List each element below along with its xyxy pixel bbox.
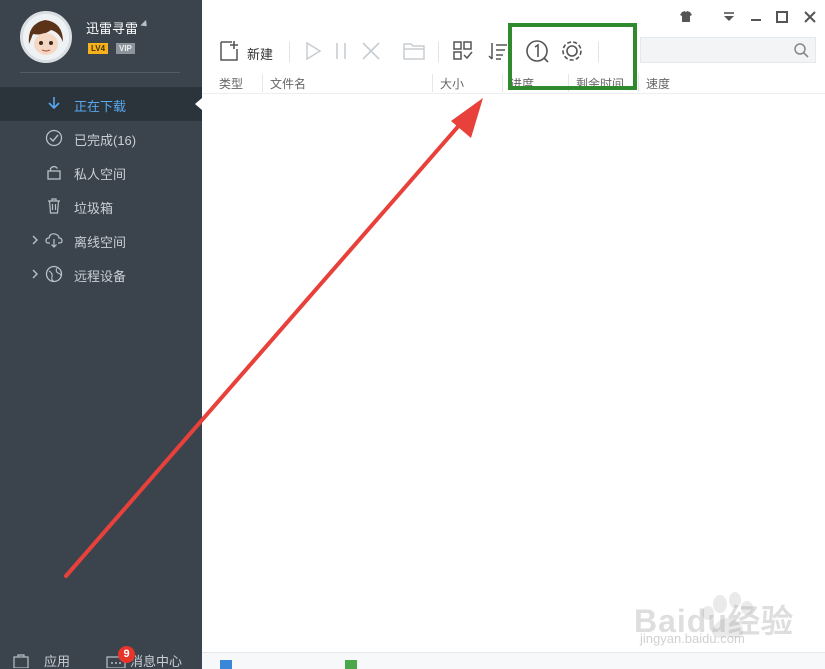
check-circle-icon xyxy=(45,129,63,147)
user-name[interactable]: 迅雷寻雷 xyxy=(86,18,138,37)
lock-icon xyxy=(47,165,61,180)
column-type[interactable]: 类型 xyxy=(219,75,243,92)
close-icon[interactable] xyxy=(802,9,818,25)
column-size[interactable]: 大小 xyxy=(440,75,464,92)
new-task-icon[interactable] xyxy=(217,39,241,63)
sidebar-item-label: 垃圾箱 xyxy=(74,201,114,216)
user-menu-caret-icon[interactable] xyxy=(140,19,150,30)
apps-icon xyxy=(13,653,29,668)
sidebar-item-label: 远程设备 xyxy=(74,269,127,284)
sidebar-item-label: 正在下载 xyxy=(74,99,127,114)
menu-dropdown-icon[interactable] xyxy=(721,9,737,25)
search-icon[interactable] xyxy=(793,42,809,58)
sidebar-item-offline-space[interactable]: 离线空间 xyxy=(0,223,202,257)
level-badge: LV4 xyxy=(88,43,109,54)
message-center-label: 消息中心 xyxy=(130,654,183,669)
active-pointer xyxy=(195,98,202,110)
apps-label: 应用 xyxy=(44,654,71,669)
maximize-icon[interactable] xyxy=(774,9,790,25)
search-input[interactable] xyxy=(640,37,816,63)
view-grid-icon[interactable] xyxy=(452,40,474,62)
sidebar-nav: 正在下载 已完成(16) 私人空间 垃圾箱 离线空间 远程设备 xyxy=(0,87,202,291)
download-icon xyxy=(48,97,60,110)
status-icon-blue[interactable] xyxy=(220,660,232,669)
start-icon[interactable] xyxy=(302,40,324,62)
column-separator[interactable] xyxy=(638,74,639,92)
message-count-badge: 9 xyxy=(118,646,135,663)
open-folder-icon[interactable] xyxy=(402,40,426,62)
column-separator[interactable] xyxy=(502,74,503,92)
new-task-button[interactable]: 新建 xyxy=(247,44,273,63)
sidebar-item-label: 私人空间 xyxy=(74,167,127,182)
column-separator[interactable] xyxy=(432,74,433,92)
pause-icon[interactable] xyxy=(330,40,352,62)
column-speed[interactable]: 速度 xyxy=(646,75,670,92)
sidebar-item-downloading[interactable]: 正在下载 xyxy=(0,87,202,121)
sort-icon[interactable] xyxy=(487,40,509,62)
sidebar-item-remote-devices[interactable]: 远程设备 xyxy=(0,257,202,291)
sidebar-item-private-space[interactable]: 私人空间 xyxy=(0,155,202,189)
skin-shirt-icon[interactable] xyxy=(678,9,694,25)
vip-badge: VIP xyxy=(116,43,135,54)
watermark-url: jingyan.baidu.com xyxy=(640,631,745,646)
sidebar-divider xyxy=(20,72,180,73)
delete-icon[interactable] xyxy=(360,40,382,62)
toolbar-separator xyxy=(289,42,290,62)
column-filename[interactable]: 文件名 xyxy=(270,75,306,92)
expand-arrow-icon[interactable] xyxy=(31,234,39,246)
main-panel: 新建 类型 文件名 大小 进度 剩余时间 速度 xyxy=(202,0,825,669)
highlight-box xyxy=(508,23,637,90)
minimize-icon[interactable] xyxy=(748,9,764,25)
status-icon-green[interactable] xyxy=(345,660,357,669)
sidebar-item-label: 离线空间 xyxy=(74,235,127,250)
avatar[interactable] xyxy=(20,11,72,63)
expand-arrow-icon[interactable] xyxy=(31,268,39,280)
column-separator[interactable] xyxy=(262,74,263,92)
sidebar-item-label: 已完成(16) xyxy=(74,133,137,148)
sidebar-item-trash[interactable]: 垃圾箱 xyxy=(0,189,202,223)
sidebar-item-completed[interactable]: 已完成(16) xyxy=(0,121,202,155)
apps-button[interactable]: 应用 xyxy=(12,652,70,669)
sidebar: 迅雷寻雷 LV4 VIP 正在下载 已完成(16) 私人空间 垃圾箱 离线空间 … xyxy=(0,0,202,669)
toolbar-separator xyxy=(438,42,439,62)
status-bar xyxy=(202,652,825,669)
remote-device-icon xyxy=(45,265,63,283)
trash-icon xyxy=(48,198,60,214)
cloud-download-icon xyxy=(45,233,63,248)
